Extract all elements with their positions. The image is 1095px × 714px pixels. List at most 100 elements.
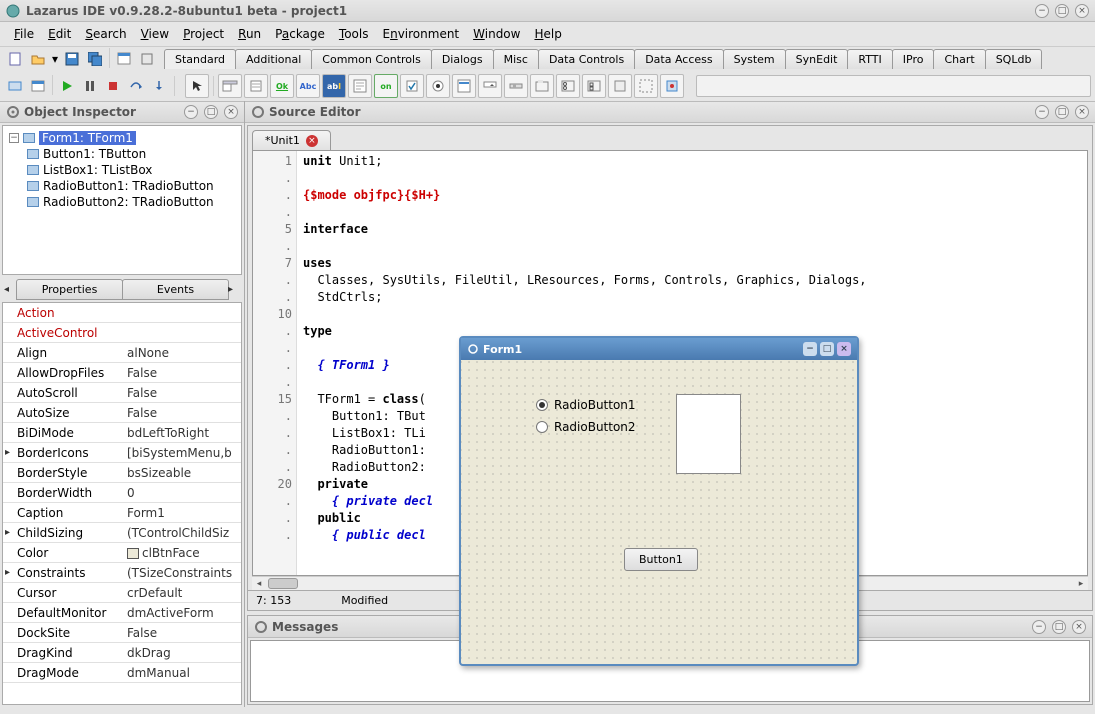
palette-groupbox[interactable]	[530, 74, 554, 98]
palette-panel[interactable]	[608, 74, 632, 98]
component-tab-system[interactable]: System	[723, 49, 786, 69]
source-maximize[interactable]: □	[1055, 105, 1069, 119]
component-tab-common-controls[interactable]: Common Controls	[311, 49, 432, 69]
toggle-form-button[interactable]	[136, 48, 158, 70]
radiobutton2[interactable]: RadioButton2	[536, 416, 636, 438]
menu-help[interactable]: Help	[528, 25, 567, 43]
button1[interactable]: Button1	[624, 548, 698, 571]
tree-item[interactable]: RadioButton1: TRadioButton	[25, 178, 237, 194]
component-tab-data-controls[interactable]: Data Controls	[538, 49, 635, 69]
palette-togglebox[interactable]: on	[374, 74, 398, 98]
open-button[interactable]	[27, 48, 49, 70]
menu-edit[interactable]: Edit	[42, 25, 77, 43]
property-row[interactable]: AlignalNone	[3, 343, 241, 363]
menu-package[interactable]: Package	[269, 25, 331, 43]
form-maximize[interactable]: □	[820, 342, 834, 356]
palette-radiobutton[interactable]	[426, 74, 450, 98]
view-forms-button[interactable]	[27, 75, 49, 97]
palette-frame[interactable]	[634, 74, 658, 98]
saveall-button[interactable]	[84, 48, 106, 70]
property-row[interactable]: CaptionForm1	[3, 503, 241, 523]
component-tab-ipro[interactable]: IPro	[892, 49, 935, 69]
menu-tools[interactable]: Tools	[333, 25, 375, 43]
property-row[interactable]: AutoSizeFalse	[3, 403, 241, 423]
component-tree[interactable]: − Form1: TForm1 Button1: TButtonListBox1…	[2, 125, 242, 275]
form-minimize[interactable]: −	[803, 342, 817, 356]
form-titlebar[interactable]: Form1 − □ ×	[461, 338, 857, 360]
palette-mainmenu[interactable]	[218, 74, 242, 98]
palette-listbox[interactable]	[452, 74, 476, 98]
menu-view[interactable]: View	[135, 25, 175, 43]
tab-properties[interactable]: Properties	[16, 279, 123, 300]
source-minimize[interactable]: −	[1035, 105, 1049, 119]
step-over-button[interactable]	[125, 75, 147, 97]
menu-run[interactable]: Run	[232, 25, 267, 43]
maximize-button[interactable]: □	[1055, 4, 1069, 18]
messages-close[interactable]: ×	[1072, 620, 1086, 634]
close-button[interactable]: ×	[1075, 4, 1089, 18]
form-close[interactable]: ×	[837, 342, 851, 356]
property-grid[interactable]: ActionActiveControlAlignalNoneAllowDropF…	[2, 302, 242, 705]
step-into-button[interactable]	[148, 75, 170, 97]
form-designer-window[interactable]: Form1 − □ × RadioButton1 RadioButton2 Bu…	[459, 336, 859, 666]
menu-search[interactable]: Search	[79, 25, 132, 43]
palette-radiogroup[interactable]	[556, 74, 580, 98]
palette-arrow[interactable]	[185, 74, 209, 98]
inspector-maximize[interactable]: □	[204, 105, 218, 119]
open-dropdown[interactable]: ▾	[50, 48, 60, 70]
source-close[interactable]: ×	[1075, 105, 1089, 119]
property-row[interactable]: BorderStylebsSizeable	[3, 463, 241, 483]
palette-popupmenu[interactable]	[244, 74, 268, 98]
property-row[interactable]: ActiveControl	[3, 323, 241, 343]
palette-edit[interactable]: abI	[322, 74, 346, 98]
palette-button[interactable]: Ok	[270, 74, 294, 98]
property-row[interactable]: BiDiModebdLeftToRight	[3, 423, 241, 443]
palette-combobox[interactable]	[478, 74, 502, 98]
component-tab-sqldb[interactable]: SQLdb	[985, 49, 1043, 69]
property-row[interactable]: DockSiteFalse	[3, 623, 241, 643]
palette-actionlist[interactable]	[660, 74, 684, 98]
new-form-button[interactable]	[113, 48, 135, 70]
inspector-minimize[interactable]: −	[184, 105, 198, 119]
pause-button[interactable]	[79, 75, 101, 97]
component-tab-chart[interactable]: Chart	[933, 49, 985, 69]
tree-item[interactable]: RadioButton2: TRadioButton	[25, 194, 237, 210]
messages-maximize[interactable]: □	[1052, 620, 1066, 634]
palette-scrollbar[interactable]	[504, 74, 528, 98]
stop-button[interactable]	[102, 75, 124, 97]
collapse-icon[interactable]: −	[9, 133, 19, 143]
minimize-button[interactable]: −	[1035, 4, 1049, 18]
new-unit-button[interactable]	[4, 48, 26, 70]
radiobutton1[interactable]: RadioButton1	[536, 394, 636, 416]
close-tab-icon[interactable]: ×	[306, 135, 318, 147]
menu-file[interactable]: File	[8, 25, 40, 43]
tree-root[interactable]: − Form1: TForm1	[7, 130, 237, 146]
editor-tab-unit1[interactable]: *Unit1 ×	[252, 130, 331, 150]
tree-item[interactable]: Button1: TButton	[25, 146, 237, 162]
component-tab-dialogs[interactable]: Dialogs	[431, 49, 494, 69]
view-units-button[interactable]	[4, 75, 26, 97]
component-tab-additional[interactable]: Additional	[235, 49, 312, 69]
save-button[interactable]	[61, 48, 83, 70]
menu-project[interactable]: Project	[177, 25, 230, 43]
property-row[interactable]: BorderWidth0	[3, 483, 241, 503]
tree-item[interactable]: ListBox1: TListBox	[25, 162, 237, 178]
property-row[interactable]: ▸ChildSizing(TControlChildSiz	[3, 523, 241, 543]
palette-checkbox[interactable]	[400, 74, 424, 98]
property-row[interactable]: DragModedmManual	[3, 663, 241, 683]
tab-scroll-left[interactable]: ◂	[4, 284, 16, 295]
property-row[interactable]: ColorclBtnFace	[3, 543, 241, 563]
palette-memo[interactable]	[348, 74, 372, 98]
listbox1[interactable]	[676, 394, 741, 474]
component-tab-standard[interactable]: Standard	[164, 49, 236, 69]
property-row[interactable]: ▸Constraints(TSizeConstraints	[3, 563, 241, 583]
run-button[interactable]	[56, 75, 78, 97]
tab-events[interactable]: Events	[122, 279, 229, 300]
component-tab-synedit[interactable]: SynEdit	[785, 49, 849, 69]
property-row[interactable]: AllowDropFilesFalse	[3, 363, 241, 383]
inspector-close[interactable]: ×	[224, 105, 238, 119]
component-tab-data-access[interactable]: Data Access	[634, 49, 723, 69]
menu-window[interactable]: Window	[467, 25, 526, 43]
property-row[interactable]: DefaultMonitordmActiveForm	[3, 603, 241, 623]
tab-scroll-right[interactable]: ▸	[228, 284, 240, 295]
